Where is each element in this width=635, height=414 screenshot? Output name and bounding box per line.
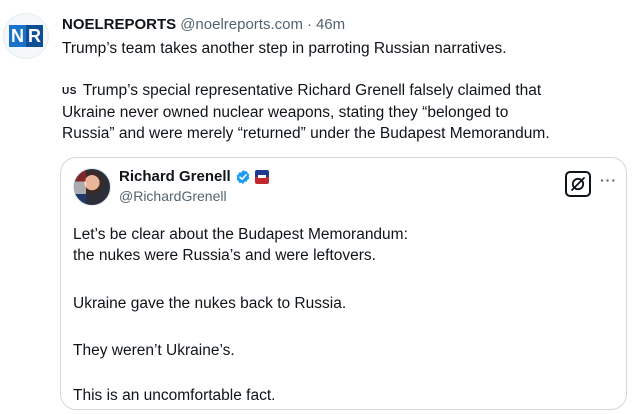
post-headline: Trump’s team takes another step in parro… bbox=[62, 40, 507, 57]
post-body-line-3: Russia” and were merely “returned” under… bbox=[62, 125, 550, 142]
noelreports-logo: NR bbox=[9, 25, 43, 47]
verified-badge-icon bbox=[236, 169, 250, 184]
quoted-name-row: Richard Grenell bbox=[119, 168, 269, 185]
grok-icon[interactable] bbox=[565, 171, 591, 197]
post-body: US Trump’s special representative Richard… bbox=[62, 80, 550, 144]
quoted-author-name[interactable]: Richard Grenell bbox=[119, 168, 231, 185]
quoted-author-handle[interactable]: @RichardGrenell bbox=[119, 188, 227, 204]
post-body-line: US Trump’s special representative Richard… bbox=[62, 80, 550, 102]
author-handle[interactable]: @noelreports.com bbox=[180, 16, 303, 33]
quoted-line-4: They weren’t Ukraine’s. bbox=[73, 342, 235, 359]
noelreports-avatar[interactable]: NR bbox=[3, 13, 49, 59]
post-body-line-2: Ukraine never owned nuclear weapons, sta… bbox=[62, 104, 509, 121]
post-body-line-1: Trump’s special representative Richard G… bbox=[82, 82, 542, 99]
quoted-text-paragraph-1: Let’s be clear about the Budapest Memora… bbox=[73, 224, 408, 266]
quoted-line-5: This is an uncomfortable fact. bbox=[73, 387, 276, 404]
post: NR NOELREPORTS @noelreports.com · 46m Tr… bbox=[0, 0, 635, 414]
quoted-line-1: Let’s be clear about the Budapest Memora… bbox=[73, 226, 408, 243]
separator-dot: · bbox=[306, 15, 312, 33]
author-name[interactable]: NOELREPORTS bbox=[62, 16, 176, 33]
quoted-avatar[interactable] bbox=[73, 168, 111, 206]
grok-glyph-icon bbox=[571, 177, 585, 191]
quoted-line-3: Ukraine gave the nukes back to Russia. bbox=[73, 295, 347, 312]
us-flag-icon: US bbox=[62, 86, 77, 97]
more-icon[interactable]: ··· bbox=[600, 172, 617, 188]
quoted-post[interactable]: Richard Grenell @RichardGrenell ··· Let’… bbox=[60, 157, 627, 410]
affiliation-badge-icon[interactable] bbox=[254, 169, 269, 184]
quoted-line-2: the nukes were Russia’s and were leftove… bbox=[73, 247, 376, 264]
post-time[interactable]: 46m bbox=[316, 16, 345, 33]
post-header: NOELREPORTS @noelreports.com · 46m bbox=[62, 13, 345, 35]
